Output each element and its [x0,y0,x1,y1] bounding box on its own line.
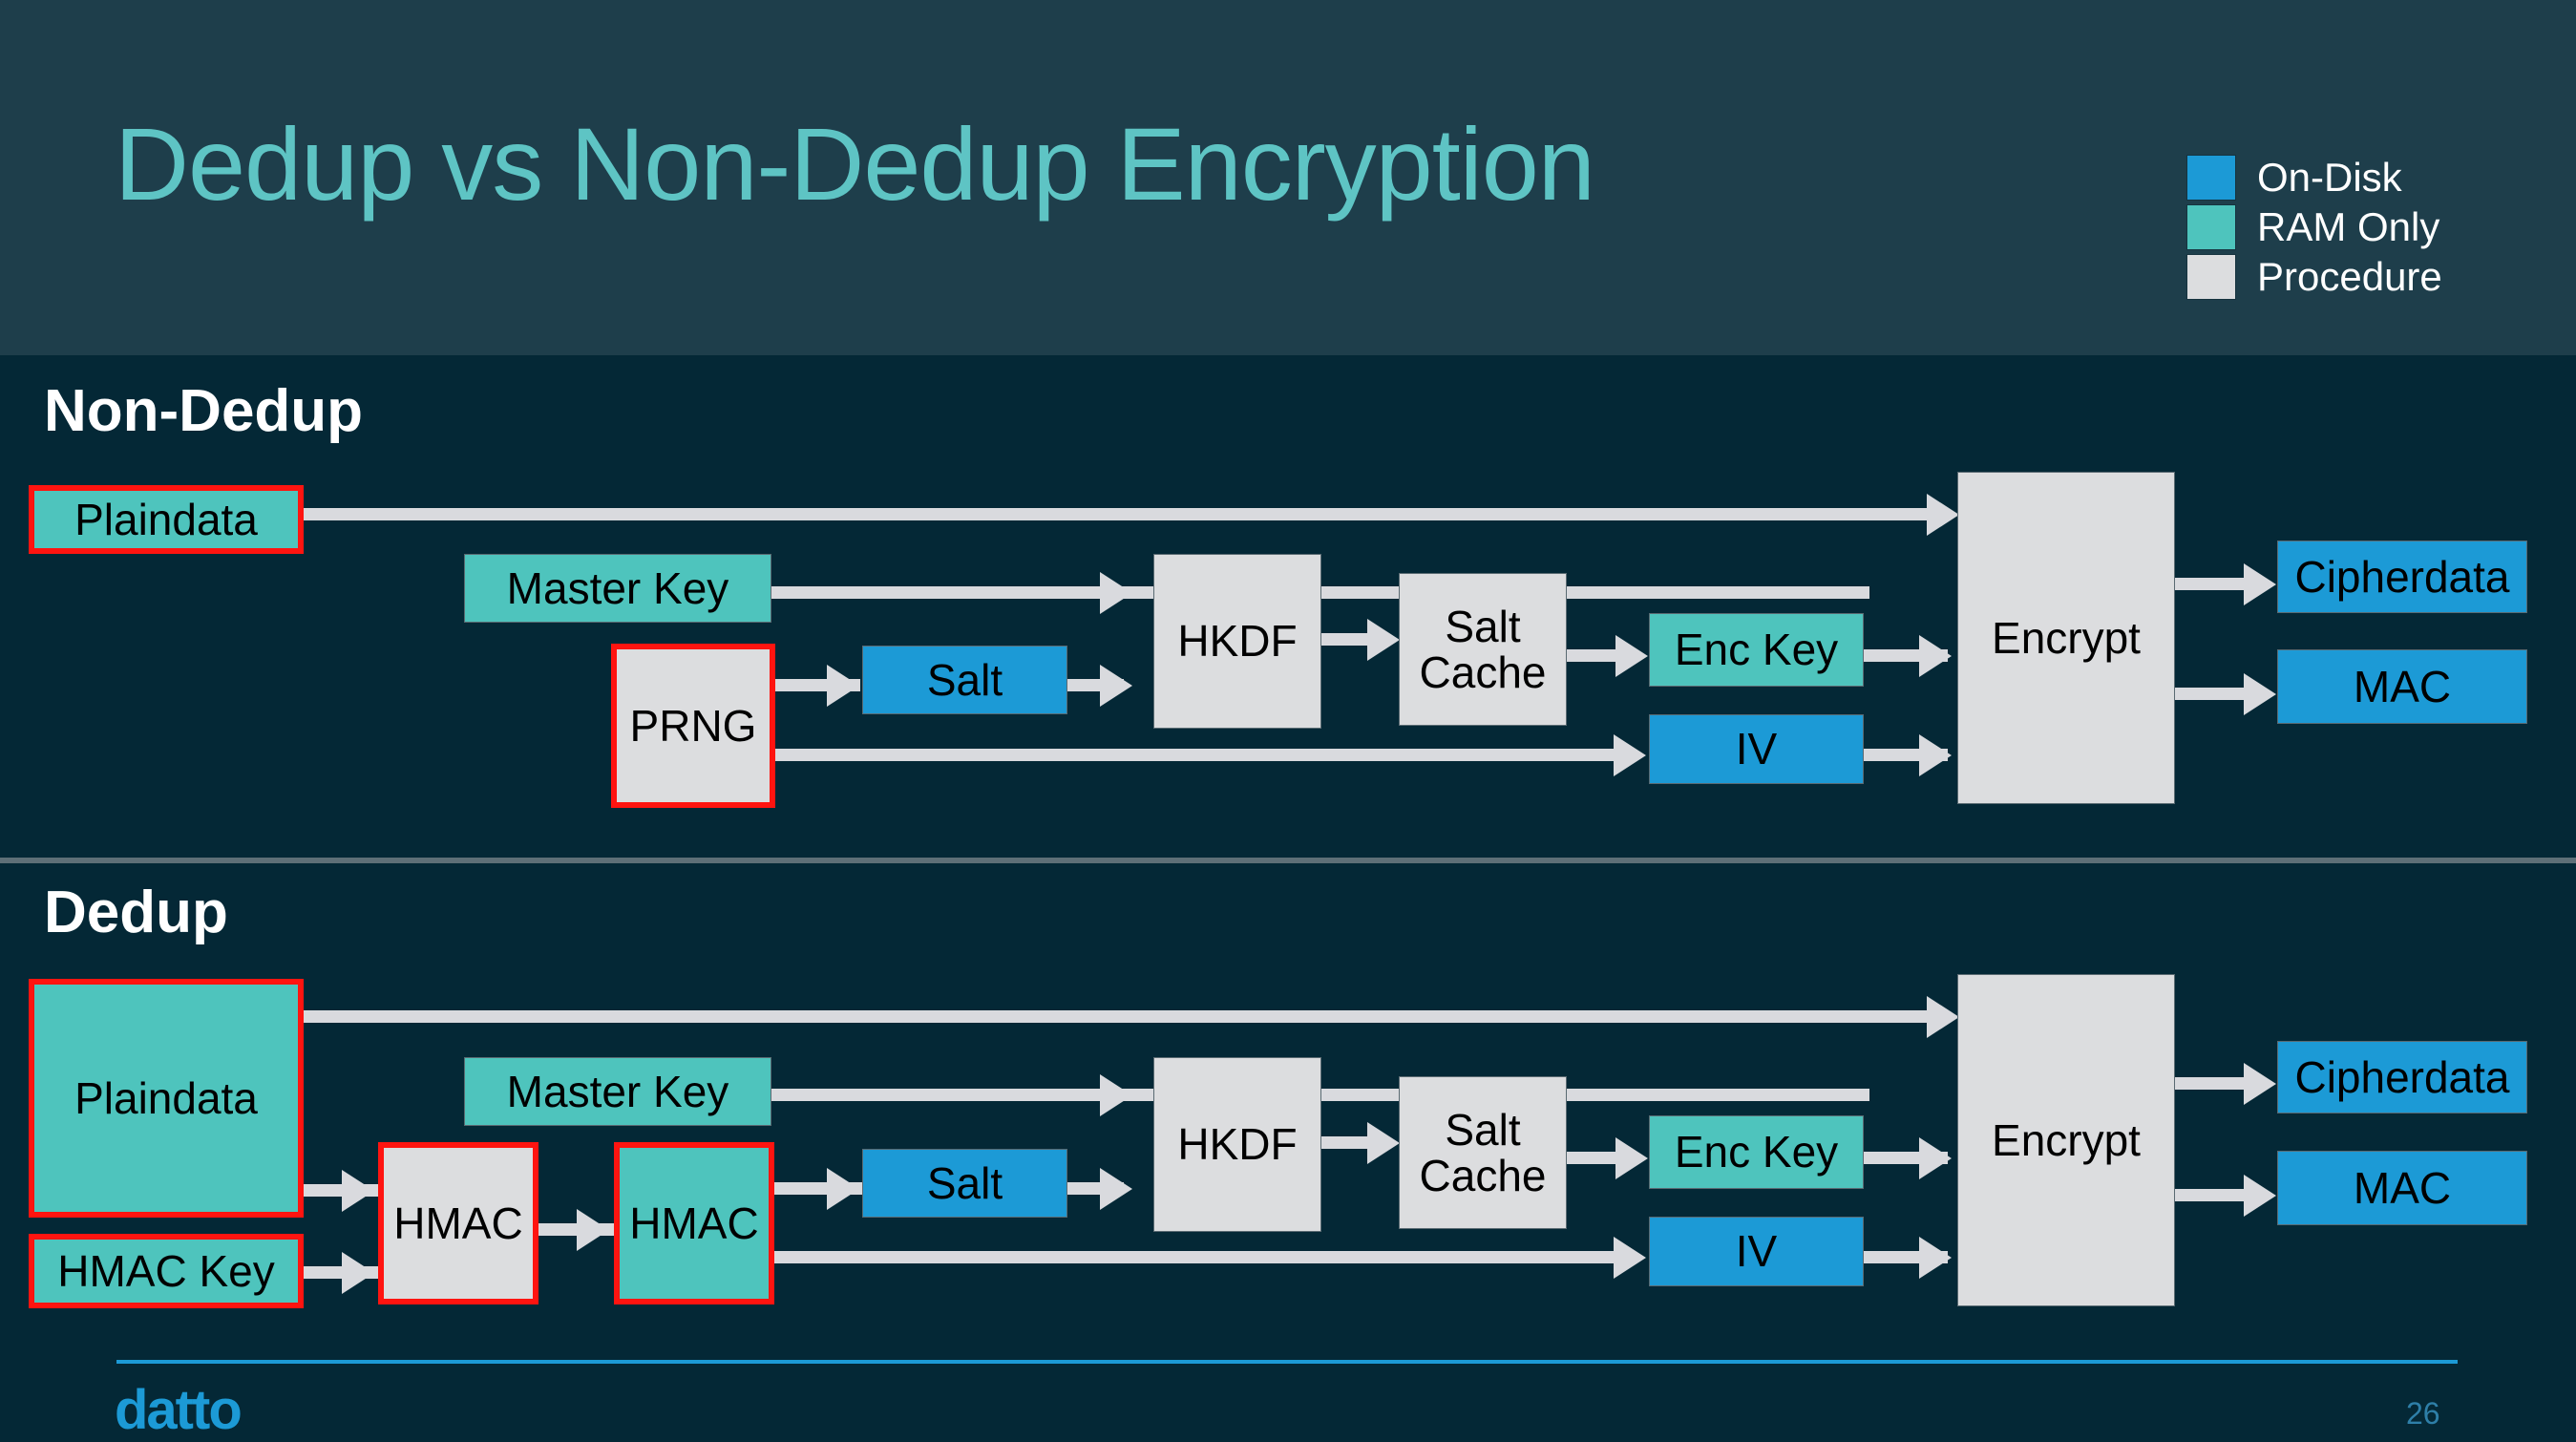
arrowhead-d-hmackey-to-hmac1 [342,1252,374,1294]
connector-prng-to-iv [774,749,1624,761]
arrowhead-salt-to-hkdf [1100,665,1132,707]
node-non-dedup-mac[interactable]: MAC [2277,649,2527,724]
arrowhead-hkdf-to-saltcache [1367,619,1400,661]
arrowhead-d-hmac2-to-salt [827,1168,859,1210]
arrowhead-d-hkdf-to-saltcache [1367,1122,1400,1164]
node-dedup-enc-key[interactable]: Enc Key [1649,1115,1864,1189]
connector-d-hmac2-to-iv [774,1251,1624,1263]
node-dedup-master-key[interactable]: Master Key [464,1057,771,1126]
node-non-dedup-plaindata[interactable]: Plaindata [29,485,304,554]
footer-divider [116,1360,2458,1364]
arrowhead-d-hmac1-to-hmac2 [577,1209,609,1251]
arrowhead-d-salt-to-hkdf [1100,1168,1132,1210]
arrowhead-encrypt-to-cipherdata [2244,563,2276,605]
node-dedup-iv[interactable]: IV [1649,1217,1864,1286]
connector-d-plaindata-to-encrypt [304,1010,1938,1023]
section-label-dedup: Dedup [44,880,228,945]
arrowhead-d-iv-to-encrypt [1919,1237,1952,1279]
page-number: 26 [2406,1396,2440,1431]
node-non-dedup-enc-key[interactable]: Enc Key [1649,613,1864,687]
node-dedup-hmac-key[interactable]: HMAC Key [29,1234,304,1308]
arrowhead-prng-to-iv [1614,734,1646,776]
arrowhead-enckey-to-encrypt [1919,635,1952,677]
datto-logo: datto [115,1379,243,1441]
node-non-dedup-salt[interactable]: Salt [862,646,1067,714]
section-label-non-dedup: Non-Dedup [44,378,364,444]
arrowhead-d-saltcache-to-enckey [1615,1137,1648,1179]
slide-canvas: Dedup vs Non-Dedup Encryption On-Disk RA… [0,0,2576,1441]
connector-plaindata-to-encrypt [304,508,1938,520]
legend-swatch-procedure [2186,254,2236,300]
legend-label-procedure: Procedure [2257,254,2442,299]
page-title: Dedup vs Non-Dedup Encryption [115,106,1595,222]
arrowhead-iv-to-encrypt [1919,734,1952,776]
legend-label-ram-only: RAM Only [2257,204,2440,249]
node-dedup-salt[interactable]: Salt [862,1149,1067,1218]
legend-item-procedure: Procedure [2186,252,2442,302]
node-non-dedup-salt-cache[interactable]: Salt Cache [1399,573,1567,726]
arrowhead-encrypt-to-mac [2244,673,2276,715]
node-dedup-plaindata[interactable]: Plaindata [29,979,304,1218]
node-non-dedup-encrypt[interactable]: Encrypt [1957,472,2175,804]
arrowhead-d-plaindata-to-hmac1 [342,1170,374,1212]
legend-item-ram-only: RAM Only [2186,202,2442,252]
node-non-dedup-prng[interactable]: PRNG [611,644,775,808]
node-non-dedup-cipherdata[interactable]: Cipherdata [2277,541,2527,613]
arrowhead-d-encrypt-to-mac [2244,1175,2276,1217]
legend-label-on-disk: On-Disk [2257,155,2402,200]
node-dedup-mac[interactable]: MAC [2277,1151,2527,1225]
arrowhead-d-hmac2-to-iv [1614,1237,1646,1279]
arrowhead-d-encrypt-to-cipherdata [2244,1063,2276,1105]
legend-swatch-ram-only [2186,204,2236,250]
arrowhead-d-masterkey-to-hkdf [1100,1074,1132,1116]
node-non-dedup-master-key[interactable]: Master Key [464,554,771,623]
arrowhead-masterkey-to-hkdf [1100,572,1132,614]
node-dedup-salt-cache[interactable]: Salt Cache [1399,1076,1567,1229]
node-dedup-encrypt[interactable]: Encrypt [1957,974,2175,1306]
arrowhead-d-enckey-to-encrypt [1919,1137,1952,1179]
node-dedup-hmac-2[interactable]: HMAC [614,1142,774,1304]
legend-swatch-on-disk [2186,155,2236,201]
node-non-dedup-iv[interactable]: IV [1649,714,1864,784]
legend: On-Disk RAM Only Procedure [2186,153,2442,302]
section-divider [0,858,2576,863]
arrowhead-d-plaindata-to-encrypt [1927,996,1959,1038]
arrowhead-saltcache-to-enckey [1615,635,1648,677]
node-dedup-hkdf[interactable]: HKDF [1153,1057,1321,1232]
node-dedup-cipherdata[interactable]: Cipherdata [2277,1041,2527,1113]
node-non-dedup-hkdf[interactable]: HKDF [1153,554,1321,729]
legend-item-on-disk: On-Disk [2186,153,2442,202]
node-dedup-hmac-1[interactable]: HMAC [378,1142,538,1304]
arrowhead-plaindata-to-encrypt [1927,494,1959,536]
arrowhead-prng-to-salt [827,665,859,707]
